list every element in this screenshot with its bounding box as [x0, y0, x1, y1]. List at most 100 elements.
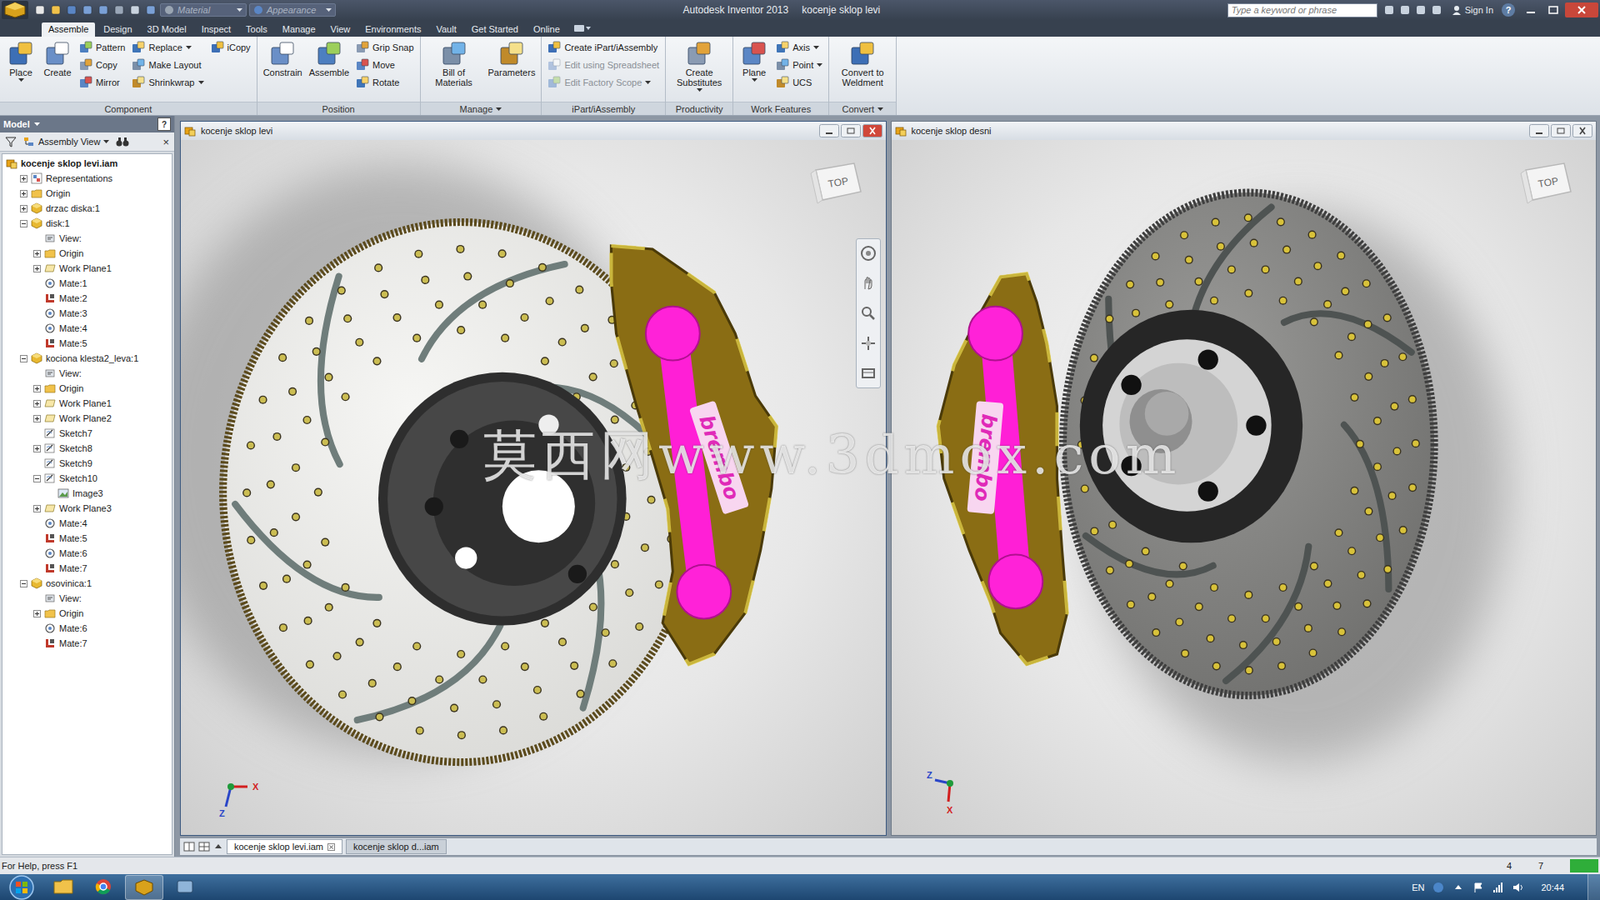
application-menu-button[interactable]	[1, 0, 29, 20]
tree-node[interactable]: Work Plane1	[2, 260, 172, 276]
browser-help-button[interactable]: ?	[157, 117, 171, 131]
dropdown-arrow-icon[interactable]	[877, 107, 884, 111]
view-cube[interactable]: TOP	[1517, 158, 1578, 210]
ribbon-tab[interactable]: Design	[96, 22, 139, 37]
ribbon-small-button[interactable]: Move	[354, 56, 416, 74]
minimize-icon[interactable]	[819, 124, 840, 138]
tree-node[interactable]: View:	[2, 230, 172, 246]
ribbon-small-button[interactable]: Create iPart/iAssembly	[545, 39, 661, 56]
start-button-icon[interactable]	[5, 874, 39, 900]
tile-icon[interactable]	[183, 841, 195, 852]
expand-toggle-icon[interactable]	[20, 205, 28, 213]
infocenter-icon[interactable]	[1398, 3, 1412, 17]
explorer-task[interactable]	[45, 875, 82, 899]
ribbon-large-button[interactable]: Create Substitutes	[670, 39, 729, 93]
assembly-view-dropdown[interactable]: Assembly View	[23, 135, 110, 148]
tree-node[interactable]: drzac diska:1	[2, 200, 172, 216]
ribbon-large-button[interactable]: Assemble	[307, 39, 351, 79]
close-icon[interactable]	[1565, 2, 1599, 18]
tree-node[interactable]: Origin	[2, 605, 172, 621]
look-at-icon[interactable]	[859, 364, 878, 383]
ribbon-small-button[interactable]: Copy	[77, 56, 127, 74]
expand-toggle-icon[interactable]	[33, 250, 41, 258]
restore-icon[interactable]	[1550, 124, 1571, 138]
ribbon-small-button[interactable]: Mirror	[77, 74, 127, 91]
material-dropdown[interactable]: Material	[160, 3, 247, 17]
graphics-area[interactable]: bremboTOPXZ	[180, 140, 886, 835]
ribbon-small-button[interactable]: Rotate	[354, 74, 416, 91]
expand-toggle-icon[interactable]	[33, 415, 41, 423]
ribbon-small-button[interactable]: Grip Snap	[354, 39, 416, 56]
expand-toggle-icon[interactable]	[33, 400, 41, 408]
show-hidden-icons-icon[interactable]	[1452, 881, 1465, 894]
tree-node[interactable]: Representations	[2, 170, 172, 186]
ribbon-toggle-icon[interactable]	[573, 23, 592, 34]
browser-title-dropdown[interactable]: Model	[3, 119, 40, 130]
quick-access-button[interactable]	[49, 3, 63, 17]
dropdown-arrow-icon[interactable]	[495, 107, 502, 111]
infocenter-icon[interactable]	[1382, 3, 1396, 17]
tree-node[interactable]: Mate:7	[2, 635, 172, 651]
expand-toggle-icon[interactable]	[20, 355, 28, 363]
ribbon-tab[interactable]: Assemble	[41, 22, 95, 37]
ribbon-small-button[interactable]: Edit using Spreadsheet	[545, 56, 661, 74]
tree-node[interactable]: Sketch9	[2, 455, 172, 471]
find-icon[interactable]	[115, 135, 130, 148]
expand-toggle-icon[interactable]	[33, 610, 41, 618]
expand-toggle-icon[interactable]	[33, 445, 41, 453]
clock[interactable]: 20:44	[1532, 882, 1580, 893]
ribbon-small-button[interactable]: Replace	[130, 39, 205, 56]
ribbon-tab[interactable]: View	[324, 22, 358, 37]
ribbon-large-button[interactable]: Create	[40, 39, 75, 79]
minimize-icon[interactable]	[1520, 2, 1542, 18]
ribbon-large-button[interactable]: Parameters	[486, 39, 538, 79]
ribbon-large-button[interactable]: Convert to Weldment	[833, 39, 892, 89]
tree-node[interactable]: Mate:6	[2, 545, 172, 561]
ribbon-tab[interactable]: 3D Model	[140, 22, 194, 37]
minimize-icon[interactable]	[1529, 124, 1550, 138]
close-icon[interactable]	[1572, 124, 1593, 138]
quick-access-button[interactable]	[128, 3, 142, 17]
ribbon-large-button[interactable]: Constrain	[261, 39, 305, 79]
tree-node[interactable]: Mate:4	[2, 320, 172, 336]
expand-toggle-icon[interactable]	[20, 190, 28, 198]
tree-node[interactable]: Origin	[2, 185, 172, 201]
browser-close-button[interactable]: ×	[162, 135, 170, 149]
cascade-icon[interactable]	[198, 841, 210, 852]
language-help-icon[interactable]	[1432, 881, 1445, 894]
quick-access-button[interactable]	[96, 3, 110, 17]
chrome-task[interactable]	[85, 875, 122, 899]
view-cube[interactable]: TOP	[807, 158, 868, 210]
tree-node[interactable]: Image3	[2, 485, 172, 501]
tree-node[interactable]: View:	[2, 365, 172, 381]
orbit-icon[interactable]	[859, 334, 878, 353]
sign-in-button[interactable]: Sign In	[1448, 5, 1497, 15]
ribbon-small-button[interactable]: Edit Factory Scope	[545, 74, 661, 91]
ribbon-large-button[interactable]: Bill of Materials	[425, 39, 484, 89]
appearance-dropdown[interactable]: Appearance	[249, 3, 336, 17]
pan-icon[interactable]	[859, 274, 878, 293]
tree-node[interactable]: Mate:6	[2, 620, 172, 636]
action-center-flag-icon[interactable]	[1472, 881, 1485, 894]
help-button[interactable]: ?	[1501, 3, 1515, 17]
search-input[interactable]	[1227, 3, 1378, 18]
steering-wheel-icon[interactable]	[859, 244, 878, 263]
tree-node[interactable]: Sketch10	[2, 470, 172, 486]
tree-node[interactable]: Mate:7	[2, 560, 172, 576]
tree-node[interactable]: disk:1	[2, 215, 172, 231]
ribbon-small-button[interactable]: Axis	[774, 39, 825, 56]
ribbon-large-button[interactable]: Place	[4, 39, 38, 83]
tree-node[interactable]: Origin	[2, 245, 172, 261]
tree-node[interactable]: Sketch8	[2, 440, 172, 456]
tree-node[interactable]: Mate:5	[2, 335, 172, 351]
infocenter-icon[interactable]	[1430, 3, 1444, 17]
restore-icon[interactable]	[840, 124, 861, 138]
tree-node[interactable]: Work Plane3	[2, 500, 172, 516]
ribbon-tab[interactable]: Get Started	[465, 22, 525, 37]
volume-icon[interactable]	[1512, 881, 1525, 894]
tree-node[interactable]: Origin	[2, 380, 172, 396]
tree-node[interactable]: View:	[2, 590, 172, 606]
quick-access-button[interactable]	[33, 3, 47, 17]
tree-node[interactable]: Work Plane1	[2, 395, 172, 411]
ribbon-large-button[interactable]: Plane	[737, 39, 771, 83]
